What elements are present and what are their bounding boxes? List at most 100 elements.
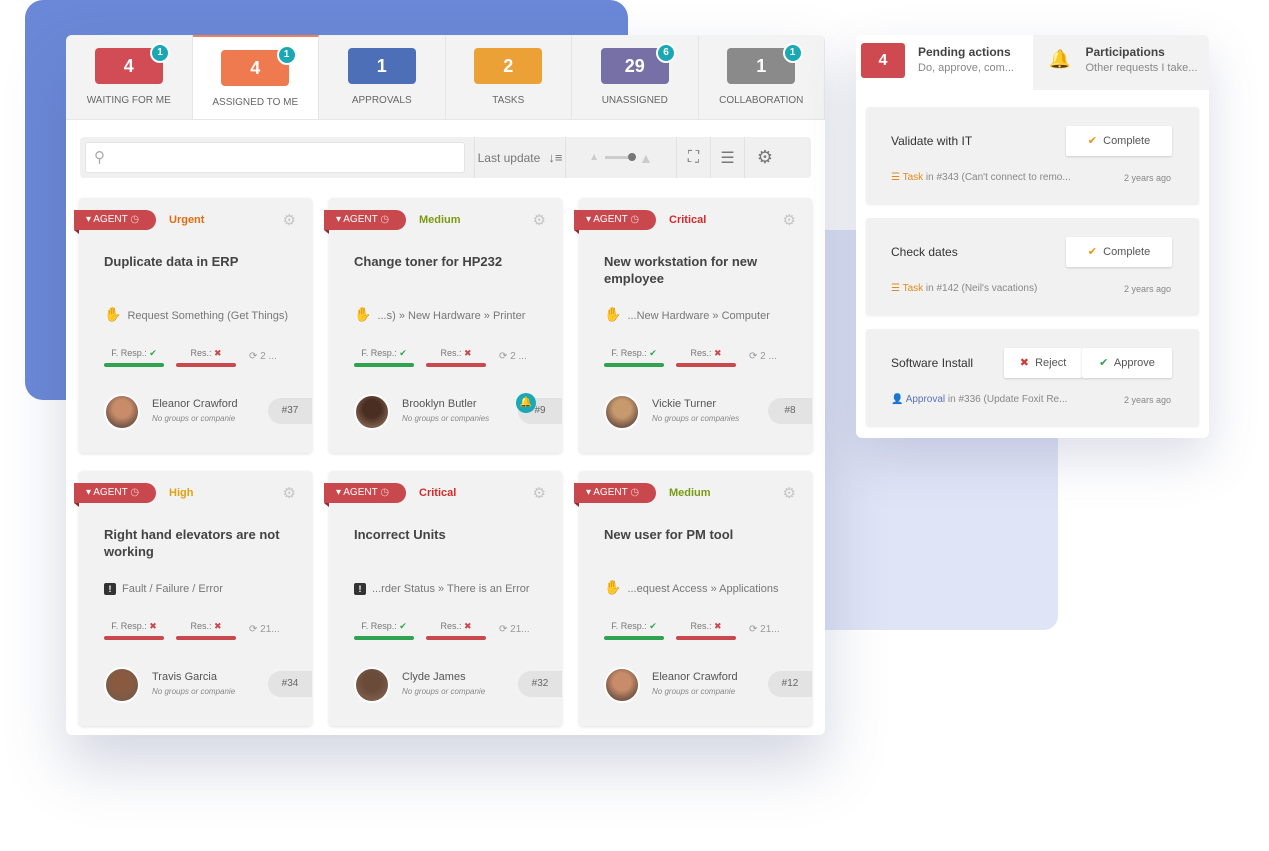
agent-dropdown[interactable]: ▾ AGENT ◷ <box>324 483 406 507</box>
check-circle-icon: ✔ <box>149 348 157 358</box>
clock-icon: ◷ <box>130 214 140 225</box>
resolution-sla: Res.: ✖ <box>426 348 486 367</box>
large-mountain-icon: ▲ <box>639 149 653 166</box>
priority-label: Urgent <box>169 214 205 226</box>
tab-collaboration[interactable]: 1 1 COLLABORATION <box>699 35 825 119</box>
toolbar: ⚲ Last update ↓≡ ▲ ▲ ⛶ ☰ ⚙ <box>80 137 811 178</box>
card-gear-icon[interactable]: ⚙ <box>783 211 796 229</box>
approve-button[interactable]: ✔ Approve <box>1082 348 1172 378</box>
action-meta[interactable]: ☰ Task in #142 (Neil's vacations) <box>891 283 1037 294</box>
card-gear-icon[interactable]: ⚙ <box>533 484 546 502</box>
refresh-icon: ⟳ <box>249 624 258 635</box>
requester-name[interactable]: Clyde James <box>402 671 466 683</box>
action-ref: in #343 (Can't connect to remo... <box>923 172 1071 183</box>
ticket-card[interactable]: ▾ AGENT ◷ Critical ⚙ Incorrect Units !..… <box>324 471 562 726</box>
tab-waiting-for-me[interactable]: 4 1 WAITING FOR ME <box>66 35 193 119</box>
card-gear-icon[interactable]: ⚙ <box>783 484 796 502</box>
requester-name[interactable]: Brooklyn Butler <box>402 398 477 410</box>
last-update: ⟳ 2 ... <box>249 351 277 362</box>
ticket-title[interactable]: New workstation for new employee <box>604 253 794 287</box>
agent-dropdown[interactable]: ▾ AGENT ◷ <box>74 483 156 507</box>
resolution-sla: Res.: ✖ <box>176 348 236 367</box>
ticket-title[interactable]: Duplicate data in ERP <box>104 253 294 270</box>
action-meta[interactable]: ☰ Task in #343 (Can't connect to remo... <box>891 172 1071 183</box>
exclamation-icon: ! <box>354 579 366 595</box>
action-title: Validate with IT <box>891 134 973 148</box>
complete-button[interactable]: ✔ Complete <box>1066 126 1172 156</box>
pending-count-badge: 4 <box>861 43 905 78</box>
category-path: Request Something (Get Things) <box>127 310 289 322</box>
update-time: 21... <box>260 624 280 635</box>
reject-button[interactable]: ✖ Reject <box>1004 348 1082 378</box>
hand-box-icon: ✋ <box>604 306 622 322</box>
ticket-number[interactable]: #34 <box>268 671 312 697</box>
bell-icon: 🔔 <box>1048 49 1071 69</box>
ticket-title[interactable]: Change toner for HP232 <box>354 253 544 270</box>
ticket-number[interactable]: #8 <box>768 398 812 424</box>
resolution-sla: Res.: ✖ <box>176 621 236 640</box>
ticket-number[interactable]: #37 <box>268 398 312 424</box>
list-view-icon[interactable]: ☰ <box>711 137 744 178</box>
check-icon: ✔ <box>1087 246 1097 258</box>
requester-groups: No groups or companies <box>402 414 490 423</box>
tab-label: ASSIGNED TO ME <box>212 97 299 108</box>
resolution-sla: Res.: ✖ <box>676 348 736 367</box>
bell-notification-icon[interactable]: 🔔 <box>516 393 536 413</box>
ticket-card[interactable]: ▾ AGENT ◷ Medium ⚙ Change toner for HP23… <box>324 198 562 453</box>
ticket-title[interactable]: New user for PM tool <box>604 526 794 543</box>
card-gear-icon[interactable]: ⚙ <box>283 484 296 502</box>
first-response-sla: F. Resp.: ✔ <box>104 348 164 367</box>
settings-gear-icon[interactable]: ⚙ <box>745 137 785 178</box>
card-size-slider[interactable]: ▲ ▲ <box>566 137 676 178</box>
ticket-card[interactable]: ▾ AGENT ◷ Critical ⚙ New workstation for… <box>574 198 812 453</box>
agent-dropdown[interactable]: ▾ AGENT ◷ <box>574 483 656 507</box>
sort-button[interactable]: Last update ↓≡ <box>475 137 565 178</box>
tab-approvals[interactable]: 1 APPROVALS <box>319 35 446 119</box>
agent-dropdown[interactable]: ▾ AGENT ◷ <box>574 210 656 234</box>
ticket-board-panel: 4 1 WAITING FOR ME 4 1 ASSIGNED TO ME 1 … <box>66 35 825 735</box>
last-update: ⟳ 2 ... <box>499 351 527 362</box>
agent-dropdown[interactable]: ▾ AGENT ◷ <box>324 210 406 234</box>
priority-label: Critical <box>419 487 457 499</box>
ticket-number[interactable]: #12 <box>768 671 812 697</box>
category-path: Fault / Failure / Error <box>122 583 223 595</box>
tab-unassigned[interactable]: 29 6 UNASSIGNED <box>572 35 699 119</box>
search-input[interactable]: ⚲ <box>85 142 465 173</box>
fullscreen-icon[interactable]: ⛶ <box>677 137 710 178</box>
ticket-category: ✋ ...New Hardware » Computer <box>604 306 770 323</box>
ticket-category: ✋ ...equest Access » Applications <box>604 579 778 596</box>
ticket-card[interactable]: ▾ AGENT ◷ High ⚙ Right hand elevators ar… <box>74 471 312 726</box>
requester-name[interactable]: Eleanor Crawford <box>652 671 738 683</box>
first-response-sla: F. Resp.: ✖ <box>104 621 164 640</box>
first-response-sla: F. Resp.: ✔ <box>354 348 414 367</box>
card-gear-icon[interactable]: ⚙ <box>283 211 296 229</box>
ticket-title[interactable]: Incorrect Units <box>354 526 544 543</box>
agent-dropdown[interactable]: ▾ AGENT ◷ <box>74 210 156 234</box>
tab-assigned-to-me[interactable]: 4 1 ASSIGNED TO ME <box>192 35 319 119</box>
button-label: Complete <box>1103 246 1151 258</box>
ticket-card[interactable]: ▾ AGENT ◷ Medium ⚙ New user for PM tool … <box>574 471 812 726</box>
pending-action-item: Validate with IT ✔ Complete ☰ Task in #3… <box>866 107 1199 204</box>
first-response-sla: F. Resp.: ✔ <box>604 621 664 640</box>
check-circle-icon: ✔ <box>649 621 657 631</box>
requester-name[interactable]: Eleanor Crawford <box>152 398 238 410</box>
tab-participations[interactable]: 🔔 Participations Other requests I take..… <box>1032 35 1209 90</box>
tab-label: WAITING FOR ME <box>86 95 171 106</box>
ticket-number[interactable]: #32 <box>518 671 562 697</box>
requester-name[interactable]: Vickie Turner <box>652 398 716 410</box>
requester-name[interactable]: Travis Garcia <box>152 671 217 683</box>
complete-button[interactable]: ✔ Complete <box>1066 237 1172 267</box>
cross-circle-icon: ✖ <box>713 348 722 358</box>
clock-icon: ◷ <box>380 487 390 498</box>
tab-tasks[interactable]: 2 TASKS <box>446 35 572 119</box>
cross-circle-icon: ✖ <box>463 621 472 631</box>
ticket-title[interactable]: Right hand elevators are not working <box>104 526 294 560</box>
action-meta[interactable]: 👤 Approval in #336 (Update Foxit Re... <box>891 394 1067 405</box>
notification-badge: 6 <box>656 43 676 63</box>
card-gear-icon[interactable]: ⚙ <box>533 211 546 229</box>
first-response-sla: F. Resp.: ✔ <box>604 348 664 367</box>
ticket-category: ! ...rder Status » There is an Error <box>354 579 530 595</box>
category-path: ...rder Status » There is an Error <box>372 583 530 595</box>
ticket-card[interactable]: ▾ AGENT ◷ Urgent ⚙ Duplicate data in ERP… <box>74 198 312 453</box>
tab-pending-actions[interactable]: 4 Pending actions Do, approve, com... <box>856 35 1033 90</box>
